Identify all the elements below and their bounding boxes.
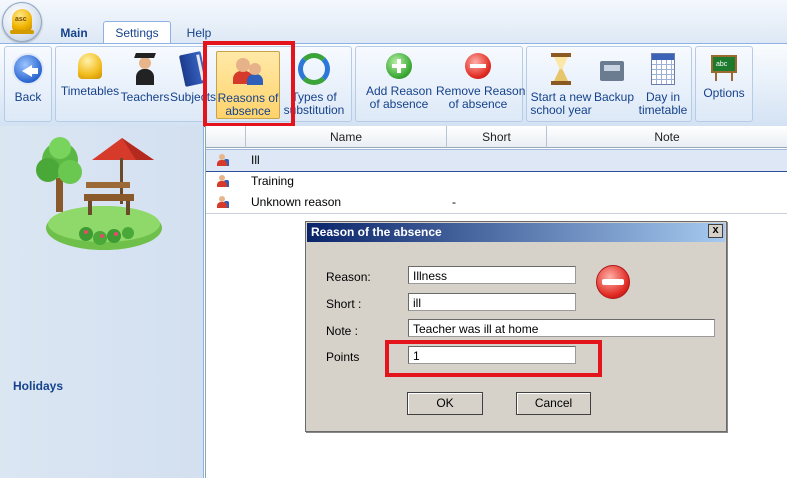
calendar-icon [651,53,675,85]
note-label: Note : [326,324,359,338]
backup-button[interactable]: Backup [593,51,635,117]
remove-reason-button[interactable]: Remove Reason of absence [436,51,526,117]
teachers-label: Teachers [120,90,170,104]
title-bar: Main Settings Help [0,0,787,44]
reason-row-icon [216,196,229,209]
substitution-cycle-icon [298,53,330,85]
reason-row-icon [216,154,229,167]
types-of-substitution-button[interactable]: Types of substitution [280,51,348,117]
table-row[interactable]: Training [206,171,787,192]
reason-input[interactable]: Illness [408,266,576,284]
bell-icon [78,53,102,79]
tab-main[interactable]: Main [50,22,98,44]
table-row[interactable]: Ill [206,149,787,172]
back-button[interactable]: Back [7,51,49,117]
reasons-label: Reasons of absence [217,91,279,118]
short-input[interactable]: ill [408,293,576,311]
ribbon-group-nav: Back [4,46,52,122]
reason-label: Reason: [326,270,371,284]
options-label: Options [703,86,745,100]
subjects-label: Subjects [170,90,217,104]
table-header-note[interactable]: Note [547,126,787,148]
book-icon [178,51,208,87]
options-button[interactable]: Options [698,51,750,117]
new-year-label: Start a new school year [530,90,592,117]
add-reason-button[interactable]: Add Reason of absence [364,51,434,117]
remove-icon [465,53,491,79]
points-label: Points [326,350,360,364]
backup-label: Backup [593,90,635,104]
remove-icon[interactable] [596,265,630,299]
row-name: Unknown reason [251,195,342,209]
back-label: Back [14,90,42,104]
timetables-label: Timetables [60,84,120,98]
timetables-button[interactable]: Timetables [60,51,120,117]
start-new-school-year-button[interactable]: Start a new school year [529,51,593,117]
reasons-of-absence-icon [232,54,264,86]
reason-row-icon [216,175,229,188]
remove-reason-label: Remove Reason of absence [436,84,526,111]
row-name: Ill [251,153,260,167]
reasons-of-absence-button[interactable]: Reasons of absence [216,51,280,119]
dialog-title: Reason of the absence [307,223,725,242]
reason-dialog: Reason of the absence x Reason: Illness … [305,221,727,432]
backup-drive-icon [598,53,630,85]
table-row[interactable]: Unknown reason - [206,192,787,214]
types-label: Types of substitution [283,90,345,117]
ok-button[interactable]: OK [407,392,483,415]
back-arrow-icon [12,53,44,85]
note-input[interactable]: Teacher was ill at home [408,319,715,337]
add-reason-label: Add Reason of absence [365,84,433,111]
close-icon[interactable]: x [708,224,723,238]
table-header-short[interactable]: Short [447,126,547,148]
add-icon [386,53,412,79]
ribbon-group-options: Options [695,46,753,122]
ribbon-toolbar: Back Timetables Teachers Subjects Reason… [0,43,787,127]
table-header-name[interactable]: Name [246,126,447,148]
ribbon-group-edit: Add Reason of absence Remove Reason of abs… [355,46,526,122]
app-menu-bell-icon[interactable] [2,2,42,42]
day-in-timetable-button[interactable]: Day in timetable [637,51,689,117]
blackboard-icon [709,53,739,81]
row-short: - [452,195,456,209]
short-label: Short : [326,297,362,311]
hourglass-icon [551,53,571,85]
teachers-button[interactable]: Teachers [120,51,170,117]
row-name: Training [251,174,294,188]
day-label: Day in timetable [638,90,688,117]
teacher-icon [134,53,156,85]
holidays-label[interactable]: Holidays [13,379,63,393]
table-header-icon [206,126,246,148]
tab-help[interactable]: Help [176,22,222,44]
ribbon-group-year: Start a new school year Backup Day in time… [526,46,692,122]
holidays-park-icon [36,137,162,250]
cancel-button[interactable]: Cancel [516,392,591,415]
left-panel: Holidays [0,126,204,478]
subjects-button[interactable]: Subjects [170,51,216,117]
points-input[interactable]: 1 [408,346,576,364]
ribbon-group-settings: Timetables Teachers Subjects Reasons of a… [55,46,352,122]
tab-settings[interactable]: Settings [103,21,171,44]
